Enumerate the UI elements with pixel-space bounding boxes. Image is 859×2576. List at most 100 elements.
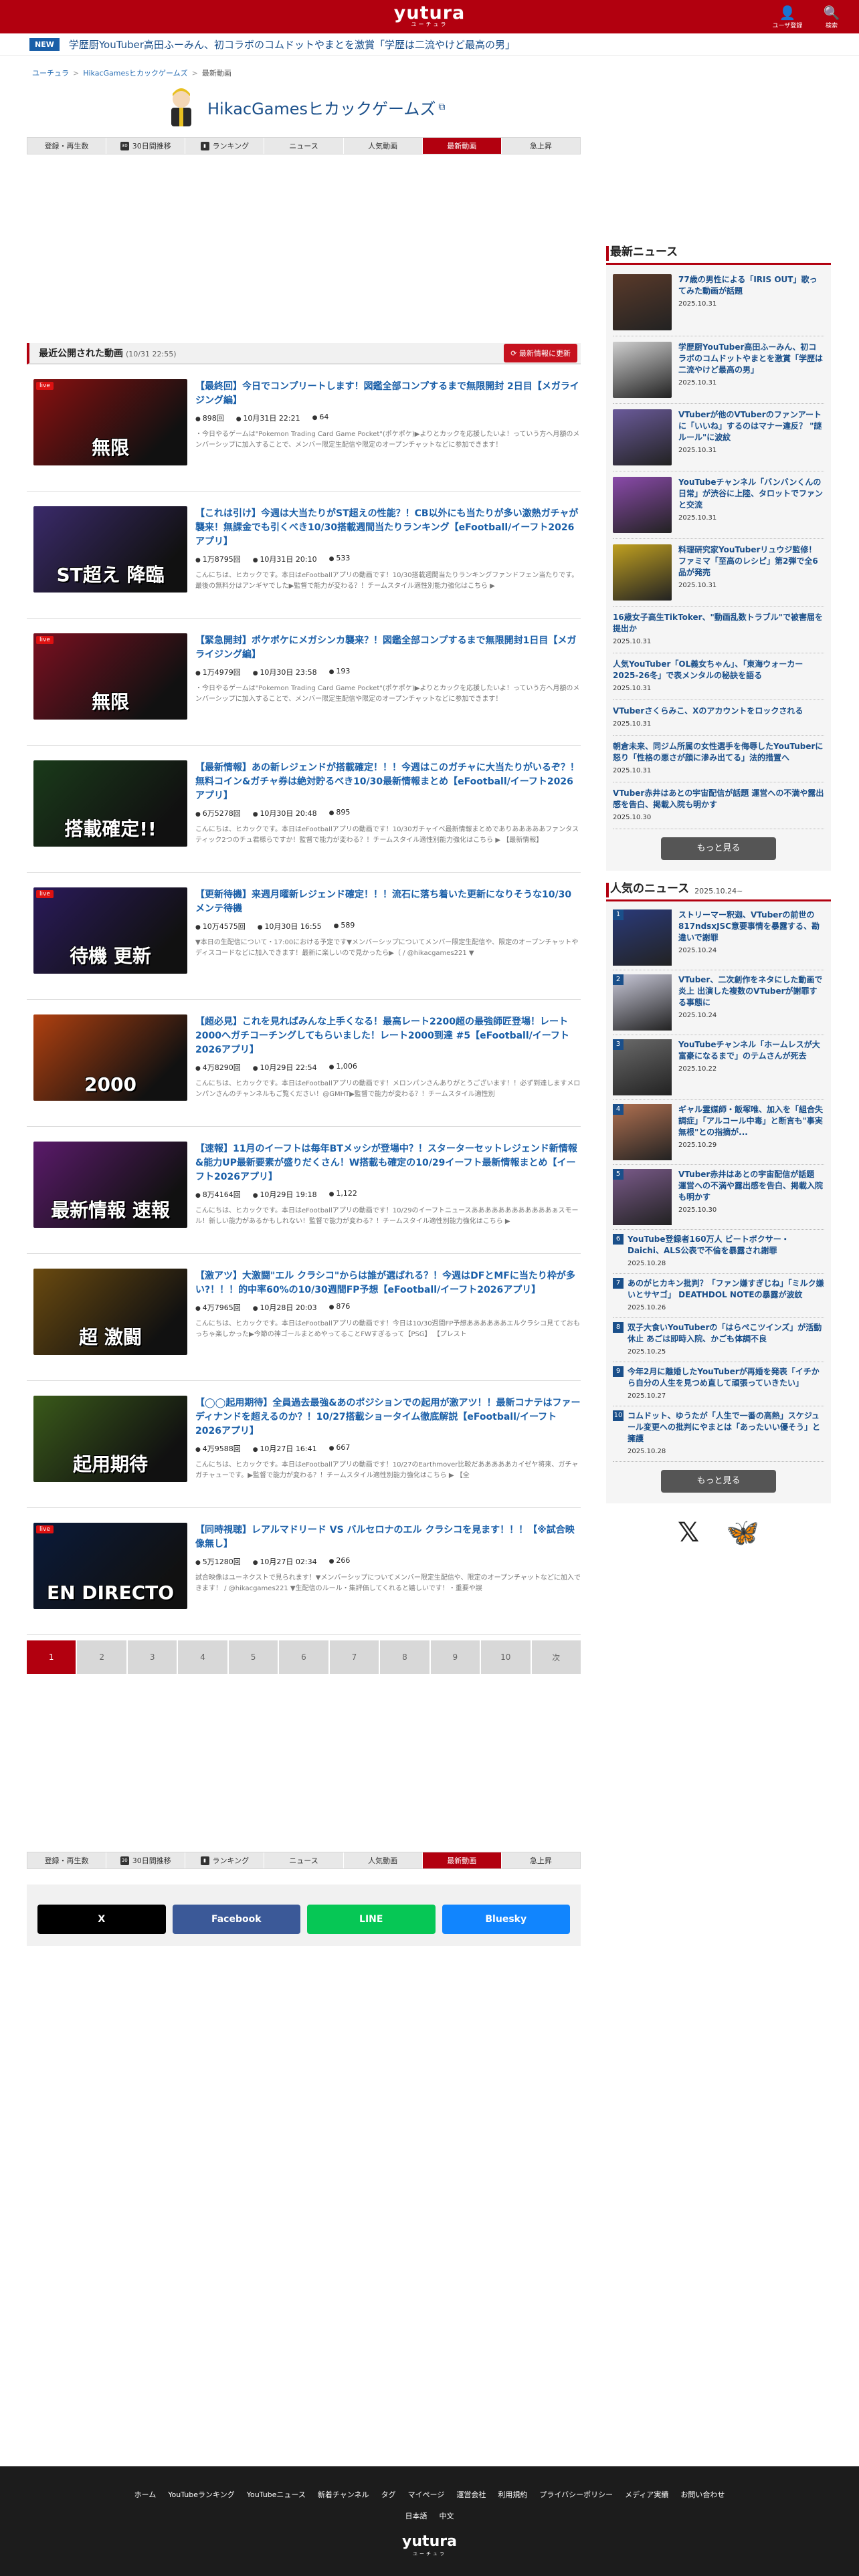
pagination-page[interactable]: 4 — [178, 1640, 227, 1674]
news-thumbnail[interactable] — [613, 342, 672, 398]
tab-latest[interactable]: 最新動画 — [422, 1852, 502, 1868]
tab-popular[interactable]: 人気動画 — [344, 138, 423, 154]
ranking-item[interactable]: 1 ストリーマー釈迦、VTuberの前世の817ndsxJSC意要事情を暴露する、… — [613, 905, 824, 970]
news-title[interactable]: ギャル霊媒師・飯塚唯、加入を「組合失調症」「アルコール中毒」と断言も"事実無根"… — [678, 1105, 823, 1137]
pagination-page[interactable]: 7 — [329, 1640, 379, 1674]
news-item[interactable]: VTuberさくらみこ、Xのアカウントをロックされる 2025.10.31 — [613, 700, 824, 736]
video-thumbnail[interactable]: 起用期待 — [33, 1396, 187, 1482]
user-register-button[interactable]: 👤 ユーザ登録 — [772, 5, 803, 29]
news-title[interactable]: ストリーマー釈迦、VTuberの前世の817ndsxJSC意要事情を暴露する、勘… — [678, 910, 820, 942]
news-item[interactable]: 10 コムドット、ゆうたが「人生で一番の高熱」スケジュール変更への批判にやまとは「… — [613, 1406, 824, 1462]
ranking-item[interactable]: 4 ギャル霊媒師・飯塚唯、加入を「組合失調症」「アルコール中毒」と断言も"事実無根… — [613, 1100, 824, 1165]
pagination-page[interactable]: 1 — [27, 1640, 76, 1674]
video-title[interactable]: 【◯◯起用期待】全員過去最強&あのポジションでの起用が激アツ！！最新コナテはファ… — [195, 1398, 581, 1436]
tab-ranking[interactable]: ▮ ランキング — [185, 138, 265, 154]
video-title[interactable]: 【最終回】今日でコンプリートします！図鑑全部コンプするまで無限開封 2日目【メガ… — [195, 381, 579, 406]
refresh-button[interactable]: ⟳ 最新情報に更新 — [504, 344, 577, 362]
pagination-page[interactable]: 8 — [380, 1640, 430, 1674]
tab-subscribers[interactable]: 登録・再生数 — [27, 1852, 107, 1868]
video-title[interactable]: 【最新情報】あの新レジェンドが搭載確定！！！今週はこのガチャに大当たりがいるぞ？… — [195, 762, 579, 801]
footer-link[interactable]: ホーム — [134, 2489, 157, 2500]
footer-link[interactable]: 利用規約 — [498, 2489, 527, 2500]
footer-link[interactable]: メディア実績 — [625, 2489, 668, 2500]
news-title[interactable]: VTuber赤井はあとの宇宙配信が話題 運営への不満や露出感を告白、掲載入院も明… — [613, 788, 824, 809]
video-thumbnail[interactable]: 2000 — [33, 1014, 187, 1101]
video-thumbnail[interactable]: live 無限 — [33, 379, 187, 465]
video-title[interactable]: 【更新待機】来週月曜新レジェンド確定！！！流石に落ち着いた更新になりそうな10/… — [195, 889, 571, 914]
news-item[interactable]: 9 今年2月に離婚したYouTuberが再婚を発表「イチから自分の人生を見つめ直し… — [613, 1362, 824, 1406]
bluesky-icon[interactable]: 🦋 — [726, 1519, 759, 1546]
news-title[interactable]: VTuber赤井はあとの宇宙配信が話題 運営への不満や露出感を告白、掲載入院も明… — [678, 1170, 823, 1202]
latest-news-more-button[interactable]: もっと見る — [661, 837, 776, 860]
footer-link[interactable]: YouTubeランキング — [168, 2489, 234, 2500]
pagination-page[interactable]: 10 — [481, 1640, 531, 1674]
language-link[interactable]: 中文 — [440, 2510, 454, 2521]
news-item[interactable]: 16歳女子高生TikToker、"動画乱数トラブル"で被害届を提出か 2025.1… — [613, 607, 824, 653]
tab-trending[interactable]: 急上昇 — [502, 138, 580, 154]
pagination-page[interactable]: 3 — [127, 1640, 177, 1674]
news-title[interactable]: VTuberさくらみこ、Xのアカウントをロックされる — [613, 706, 803, 716]
news-title[interactable]: YouTubeチャンネル「バンバンくんの日常」が渋谷に上陸、タロットでファンと交… — [678, 477, 823, 510]
footer-link[interactable]: タグ — [381, 2489, 396, 2500]
popular-news-more-button[interactable]: もっと見る — [661, 1470, 776, 1493]
search-button[interactable]: 🔍 検索 — [816, 5, 847, 29]
footer-link[interactable]: 運営会社 — [456, 2489, 486, 2500]
news-item[interactable]: 人気YouTuber「OL義女ちゃん」、「東海ウォーカー2025-26冬」で表メ… — [613, 653, 824, 700]
news-item[interactable]: 77歳の男性による「IRIS OUT」歌ってみた動画が話題 2025.10.31 — [613, 269, 824, 336]
ticker-link[interactable]: 学歴厨YouTuber高田ふーみん、初コラボのコムドットやまとを激賞「学歴は二流… — [69, 37, 515, 51]
footer-logo[interactable]: yutura ユーチュラ — [0, 2535, 859, 2560]
footer-link[interactable]: YouTubeニュース — [247, 2489, 306, 2500]
news-title[interactable]: 人気YouTuber「OL義女ちゃん」、「東海ウォーカー2025-26冬」で表メ… — [613, 659, 803, 680]
video-thumbnail[interactable]: live EN DIRECTO — [33, 1523, 187, 1609]
pagination-page[interactable]: 6 — [279, 1640, 328, 1674]
news-item[interactable]: 6 YouTube登録者160万人 ビートボクサー・Daichi、ALS公表で不倫… — [613, 1230, 824, 1274]
news-title[interactable]: YouTubeチャンネル「ホームレスが大富豪になるまで」のテムさんが死去 — [678, 1040, 820, 1061]
share-bluesky-button[interactable]: Bluesky — [442, 1905, 570, 1934]
news-item[interactable]: YouTubeチャンネル「バンバンくんの日常」が渋谷に上陸、タロットでファンと交… — [613, 471, 824, 539]
news-item[interactable]: 8 双子大食いYouTuberの「はらぺこツインズ」が活動休止 あごは即時入院、か… — [613, 1318, 824, 1362]
news-item[interactable]: 料理研究家YouTuberリュウジ監修！ファミマ「至高のレシピ」第2弾で全6品が… — [613, 539, 824, 607]
video-title[interactable]: 【緊急開封】ポケポケにメガシンカ襲来？！図鑑全部コンプするまで無限開封1日目【メ… — [195, 635, 576, 660]
breadcrumb-home[interactable]: ユーチュラ — [32, 69, 69, 78]
video-title[interactable]: 【これは引け】今週は大当たりがST超えの性能？！CB以外にも当たりが多い激熱ガチ… — [195, 508, 578, 547]
pagination-page[interactable]: 2 — [77, 1640, 126, 1674]
tab-news[interactable]: ニュース — [264, 138, 344, 154]
news-item[interactable]: 7 あのがヒカキン批判？「ファン嫌すぎじね」「ミルク嫌いとサヤゴ」 DEATHDO… — [613, 1274, 824, 1318]
video-title[interactable]: 【速報】11月のイーフトは毎年BTメッシが登場中？！スターターセットレジェンド新… — [195, 1144, 577, 1182]
footer-link[interactable]: マイページ — [408, 2489, 445, 2500]
pagination-page[interactable]: 5 — [228, 1640, 278, 1674]
news-thumbnail[interactable] — [613, 477, 672, 533]
tab-30days[interactable]: 30 30日間推移 — [106, 1852, 186, 1868]
pagination-page[interactable]: 9 — [430, 1640, 480, 1674]
footer-link[interactable]: 新着チャンネル — [318, 2489, 369, 2500]
news-title[interactable]: 料理研究家YouTuberリュウジ監修！ファミマ「至高のレシピ」第2弾で全6品が… — [678, 545, 818, 577]
breadcrumb-channel[interactable]: HikacGamesヒカックゲームズ — [83, 69, 187, 78]
news-title[interactable]: 16歳女子高生TikToker、"動画乱数トラブル"で被害届を提出か — [613, 613, 823, 633]
tab-ranking[interactable]: ▮ ランキング — [185, 1852, 265, 1868]
site-logo[interactable]: yutura ユーチュラ — [394, 4, 466, 28]
news-title[interactable]: あのがヒカキン批判？「ファン嫌すぎじね」「ミルク嫌いとサヤゴ」 DEATHDOL… — [628, 1279, 824, 1299]
share-x-button[interactable]: X — [37, 1905, 166, 1934]
footer-link[interactable]: お問い合わせ — [680, 2489, 725, 2500]
news-title[interactable]: 朝倉未来、同ジム所属の女性選手を侮辱したYouTuberに怒り「性格の悪さが顔に… — [613, 742, 823, 762]
news-title[interactable]: 学歴厨YouTuber高田ふーみん、初コラボのコムドットやまとを激賞「学歴は二流… — [678, 342, 823, 374]
news-item[interactable]: 朝倉未来、同ジム所属の女性選手を侮辱したYouTuberに怒り「性格の悪さが顔に… — [613, 736, 824, 782]
video-title[interactable]: 【激アツ】大激闘"エル クラシコ"からは誰が選ばれる？！今週はDFとMFに当たり… — [195, 1271, 575, 1295]
video-thumbnail[interactable]: ST超え 降臨 — [33, 506, 187, 593]
news-thumbnail[interactable] — [613, 409, 672, 465]
video-thumbnail[interactable]: live 待機 更新 — [33, 887, 187, 974]
news-thumbnail[interactable] — [613, 274, 672, 330]
news-item[interactable]: VTuberが他のVTuberのファンアートに「いいね」するのはマナー違反？ "… — [613, 404, 824, 471]
x-icon[interactable]: 𝕏 — [678, 1519, 699, 1546]
tab-trending[interactable]: 急上昇 — [502, 1852, 580, 1868]
language-link[interactable]: 日本語 — [405, 2510, 427, 2521]
share-facebook-button[interactable]: Facebook — [172, 1905, 300, 1934]
news-item[interactable]: VTuber赤井はあとの宇宙配信が話題 運営への不満や露出感を告白、掲載入院も明… — [613, 782, 824, 829]
pagination-next[interactable]: 次 — [531, 1640, 581, 1674]
video-thumbnail[interactable]: live 無限 — [33, 633, 187, 720]
video-thumbnail[interactable]: 搭載確定!! — [33, 760, 187, 847]
share-line-button[interactable]: LINE — [307, 1905, 436, 1934]
tab-popular[interactable]: 人気動画 — [344, 1852, 423, 1868]
video-title[interactable]: 【超必見】これを見ればみんな上手くなる！最高レート2200超の最強師匠登場！レー… — [195, 1016, 569, 1055]
news-title[interactable]: VTuberが他のVTuberのファンアートに「いいね」するのはマナー違反？ "… — [678, 410, 822, 442]
